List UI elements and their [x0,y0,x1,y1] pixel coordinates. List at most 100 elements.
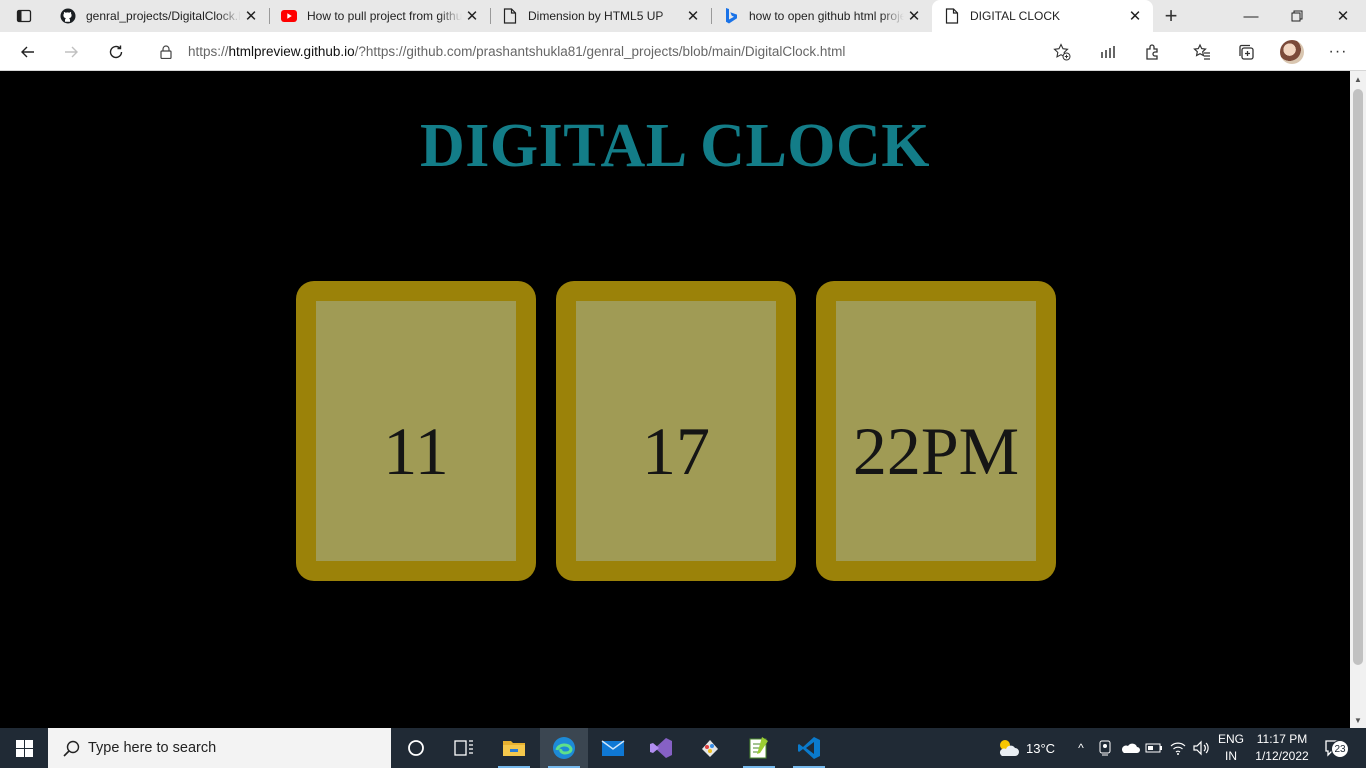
vscode-button[interactable] [785,728,833,768]
close-tab-icon[interactable]: ✕ [683,6,703,26]
plus-icon: + [1164,3,1178,28]
volume-icon[interactable] [1192,739,1210,757]
paint-icon [702,740,718,757]
lock-icon [158,44,174,60]
github-icon [60,8,76,24]
minimize-button[interactable]: — [1228,0,1274,32]
favorites-icon [1193,43,1210,60]
refresh-icon [109,45,123,59]
page-icon [944,8,960,24]
new-tab-button[interactable]: + [1153,0,1189,32]
task-view-button[interactable] [440,728,488,768]
clock-date: 1/12/2022 [1255,749,1309,763]
arrow-left-icon [21,46,34,58]
cortana-icon [408,740,424,756]
tab-title: how to open github html project [749,9,904,23]
weather-icon[interactable] [996,739,1020,757]
minutes-panel: 17 [576,301,776,561]
more-icon: ··· [1328,43,1348,60]
hours-value: 11 [383,412,449,489]
wifi-icon[interactable] [1169,739,1187,757]
taskbar-search[interactable]: Type here to search [48,728,391,768]
tab-title: How to pull project from github [307,9,462,23]
close-window-button[interactable]: ✕ [1320,0,1366,32]
collections-icon [1239,44,1254,60]
performance-icon [1101,46,1115,58]
language-indicator[interactable]: ENG IN [1214,731,1248,765]
edge-icon [553,737,575,759]
onedrive-icon[interactable] [1119,739,1141,757]
back-button[interactable] [13,37,43,67]
edge-button[interactable] [540,728,588,768]
add-favorite-icon[interactable] [1052,42,1072,62]
scrollbar-thumb[interactable] [1353,89,1363,665]
chevron-up-icon[interactable]: ^ [1072,739,1090,757]
tab-digital-clock[interactable]: DIGITAL CLOCK ✕ [932,0,1153,32]
arrow-right-icon [65,46,78,58]
close-tab-icon[interactable]: ✕ [1125,6,1145,26]
tab-title: Dimension by HTML5 UP [528,9,664,23]
vertical-scrollbar[interactable]: ▲ ▼ [1350,71,1366,728]
tab-dimension[interactable]: Dimension by HTML5 UP ✕ [490,0,711,32]
visual-studio-button[interactable] [637,728,685,768]
extensions-button[interactable] [1138,37,1168,67]
avatar [1280,40,1304,64]
search-icon [62,739,80,757]
seconds-panel: 22PM [836,301,1036,561]
windows-icon [15,739,33,757]
close-tab-icon[interactable]: ✕ [462,6,482,26]
settings-app-button[interactable] [686,728,734,768]
minutes-value: 17 [642,412,710,489]
task-view-icon [454,740,473,756]
tab-title: DIGITAL CLOCK [970,9,1061,23]
seconds-box: 22PM [816,281,1056,581]
browser-toolbar: https://htmlpreview.github.io/?https://g… [0,32,1366,71]
bing-icon [723,8,739,24]
taskbar: Type here to search 13°C ^ ENG IN 11:17 … [0,728,1366,768]
meet-now-icon[interactable] [1096,739,1114,757]
notification-count: 23 [1331,740,1349,758]
close-tab-icon[interactable]: ✕ [241,6,261,26]
close-tab-icon[interactable]: ✕ [904,6,924,26]
page-viewport: DIGITAL CLOCK 11 17 22PM [0,71,1350,728]
hours-box: 11 [296,281,536,581]
tab-youtube[interactable]: How to pull project from github ✕ [269,0,490,32]
settings-menu-button[interactable]: ··· [1323,37,1353,67]
clock[interactable]: 11:17 PM 1/12/2022 [1252,731,1312,765]
url-host: htmlpreview.github.io [228,44,355,59]
weather-temperature[interactable]: 13°C [1026,740,1055,757]
favorites-button[interactable] [1187,37,1217,67]
performance-button[interactable] [1094,37,1124,67]
notifications-button[interactable]: 23 [1322,737,1349,759]
profile-button[interactable] [1277,37,1307,67]
region-code: IN [1225,749,1237,763]
restore-button[interactable] [1274,0,1320,32]
forward-button[interactable] [56,37,86,67]
vscode-icon [798,737,820,759]
start-button[interactable] [0,728,48,768]
tab-github[interactable]: genral_projects/DigitalClock.html ✕ [48,0,269,32]
youtube-icon [281,8,297,24]
scroll-down-icon[interactable]: ▼ [1350,712,1366,728]
cortana-button[interactable] [392,728,440,768]
tab-actions-button[interactable] [0,0,48,32]
collections-button[interactable] [1231,37,1261,67]
tab-strip: genral_projects/DigitalClock.html ✕ How … [0,0,1366,32]
clock-time: 11:17 PM [1256,732,1308,746]
hours-panel: 11 [316,301,516,561]
url-path: /?https://github.com/prashantshukla81/ge… [354,44,846,59]
file-explorer-button[interactable] [490,728,538,768]
mail-button[interactable] [589,728,637,768]
battery-icon[interactable] [1144,739,1164,757]
notepad-icon [749,737,768,759]
notepad-plus-button[interactable] [735,728,783,768]
address-bar[interactable]: https://htmlpreview.github.io/?https://g… [144,36,1080,67]
visual-studio-icon [650,738,672,758]
url-scheme: https:// [188,44,229,59]
refresh-button[interactable] [101,37,131,67]
scroll-up-icon[interactable]: ▲ [1350,71,1366,87]
tab-actions-icon [16,9,32,23]
seconds-value: 22PM [852,412,1020,489]
tab-bing[interactable]: how to open github html project ✕ [711,0,932,32]
language-code: ENG [1217,732,1244,746]
